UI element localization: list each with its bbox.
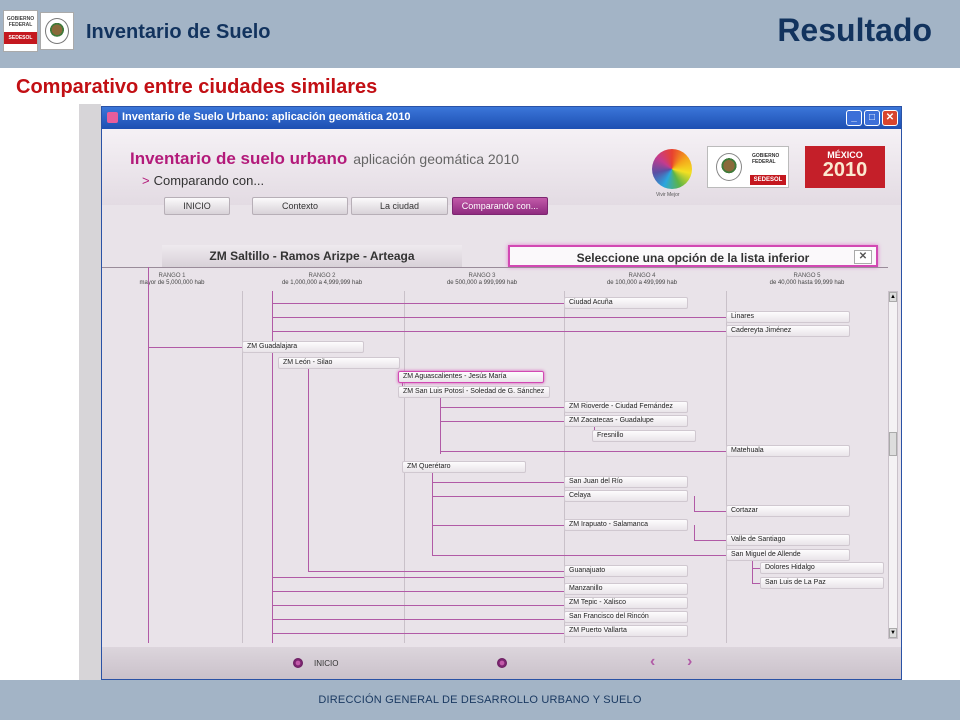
- rank-1: RANGO 1 mayor de 5,000,000 hab: [139, 273, 205, 286]
- next-arrow-icon[interactable]: ›: [687, 653, 692, 671]
- mexico-seal-icon: [40, 12, 74, 50]
- rank-2: RANGO 2 de 1,000,000 a 4,999,999 hab: [281, 273, 363, 286]
- sedesol-logo: GOBIERNO FEDERAL SEDESOL: [3, 10, 38, 52]
- city-node[interactable]: ZM San Luis Potosí - Soledad de G. Sánch…: [398, 386, 550, 398]
- city-node[interactable]: Celaya: [564, 490, 688, 502]
- city-node[interactable]: Valle de Santiago: [726, 534, 850, 546]
- scroll-up-icon: ▲: [889, 292, 897, 302]
- tree-connector: [694, 540, 726, 541]
- tree-connector: [148, 267, 149, 643]
- tree-scrollbar[interactable]: ▲ ▼: [888, 291, 898, 639]
- city-node[interactable]: Ciudad Acuña: [564, 297, 688, 309]
- city-node[interactable]: Cortazar: [726, 505, 850, 517]
- city-node[interactable]: Matehuala: [726, 445, 850, 457]
- city-node[interactable]: Guanajuato: [564, 565, 688, 577]
- tree-connector: [752, 583, 760, 584]
- prev-arrow-icon[interactable]: ‹: [650, 653, 655, 671]
- app-footer: INICIO ‹ ›: [102, 647, 901, 679]
- tree-connector: [694, 511, 726, 512]
- current-dot-icon[interactable]: [497, 658, 507, 668]
- selected-zm-title: ZM Saltillo - Ramos Arizpe - Arteaga: [162, 245, 462, 267]
- tree-connector: [432, 482, 564, 483]
- city-node[interactable]: San Juan del Río: [564, 476, 688, 488]
- city-node[interactable]: San Francisco del Rincón: [564, 611, 688, 623]
- tree-connector: [308, 571, 564, 572]
- clear-icon[interactable]: ✕: [854, 250, 872, 264]
- maximize-button[interactable]: □: [864, 110, 880, 126]
- tree-connector: [432, 467, 433, 555]
- tree-connector: [148, 347, 242, 348]
- slide-footer: DIRECCIÓN GENERAL DE DESARROLLO URBANO Y…: [0, 680, 960, 720]
- city-node[interactable]: Manzanillo: [564, 583, 688, 595]
- tab-contexto[interactable]: Contexto: [252, 197, 348, 215]
- tree-connector: [440, 421, 564, 422]
- tree-connector: [432, 555, 726, 556]
- scroll-down-icon: ▼: [889, 628, 897, 638]
- breadcrumb: > Comparando con...: [142, 173, 265, 188]
- city-node[interactable]: ZM Aguascalientes - Jesús María: [398, 371, 544, 383]
- mexico-2010-logo: MÉXICO 2010: [805, 146, 885, 188]
- slide-subtitle: Comparativo entre ciudades similares: [16, 76, 378, 98]
- city-node[interactable]: Cadereyta Jiménez: [726, 325, 850, 337]
- slide-heading: Resultado: [777, 12, 932, 48]
- tree-connector: [308, 363, 309, 571]
- tab-comparando[interactable]: Comparando con...: [452, 197, 548, 215]
- city-node[interactable]: ZM Rioverde - Ciudad Fernández: [564, 401, 688, 413]
- rank-4: RANGO 4 de 100,000 a 499,999 hab: [606, 273, 678, 286]
- tree-connector: [440, 407, 564, 408]
- city-node[interactable]: ZM Tepic - Xalisco: [564, 597, 688, 609]
- city-node[interactable]: Fresnillo: [592, 430, 696, 442]
- vivir-mejor-logo: [652, 149, 692, 189]
- tree-connector: [752, 568, 760, 569]
- tree-connector: [272, 331, 726, 332]
- mexico-seal-icon: [716, 153, 742, 181]
- app-icon: [107, 112, 118, 123]
- tree-connector: [272, 633, 564, 634]
- tree-connector: [694, 525, 695, 540]
- slide-header: GOBIERNO FEDERAL SEDESOL Inventario de S…: [0, 0, 960, 68]
- tree-connector: [272, 577, 564, 578]
- tree-connector: [432, 525, 564, 526]
- tree-connector: [272, 303, 564, 304]
- gobierno-federal-logo: GOBIERNO FEDERAL SEDESOL: [707, 146, 789, 188]
- app-window: Inventario de Suelo Urbano: aplicación g…: [101, 106, 902, 680]
- window-title: Inventario de Suelo Urbano: aplicación g…: [122, 111, 411, 123]
- city-node[interactable]: ZM Puerto Vallarta: [564, 625, 688, 637]
- city-node[interactable]: ZM Irapuato - Salamanca: [564, 519, 688, 531]
- footer-inicio-label[interactable]: INICIO: [314, 659, 338, 668]
- tab-la-ciudad[interactable]: La ciudad: [351, 197, 448, 215]
- city-node[interactable]: ZM León - Silao: [278, 357, 400, 369]
- app-title: Inventario de suelo urbano aplicación geo…: [130, 149, 520, 168]
- city-node[interactable]: Linares: [726, 311, 850, 323]
- window-titlebar[interactable]: Inventario de Suelo Urbano: aplicación g…: [102, 107, 901, 129]
- tree-connector: [272, 591, 564, 592]
- tree-connector: [440, 451, 726, 452]
- rank-3: RANGO 3 de 500,000 a 999,999 hab: [446, 273, 518, 286]
- tree-connector: [272, 619, 564, 620]
- tab-inicio[interactable]: INICIO: [164, 197, 230, 215]
- tree-connector: [272, 605, 564, 606]
- city-node[interactable]: San Luis de La Paz: [760, 577, 884, 589]
- rank-5: RANGO 5 de 40,000 hasta 99,999 hab: [769, 273, 845, 286]
- map-background: [79, 104, 101, 680]
- tree-connector: [440, 392, 441, 454]
- city-node[interactable]: ZM Guadalajara: [242, 341, 364, 353]
- tree-connector: [272, 317, 726, 318]
- app-name: Inventario de Suelo: [86, 21, 271, 43]
- city-node[interactable]: ZM Querétaro: [402, 461, 526, 473]
- app-header: Inventario de suelo urbano aplicación geo…: [102, 129, 901, 205]
- city-node[interactable]: ZM Zacatecas - Guadalupe: [564, 415, 688, 427]
- city-node[interactable]: San Miguel de Allende: [726, 549, 850, 561]
- tree-connector: [432, 496, 564, 497]
- close-window-button[interactable]: ✕: [882, 110, 898, 126]
- city-node[interactable]: Dolores Hidalgo: [760, 562, 884, 574]
- scroll-thumb: [889, 432, 897, 456]
- chevron-right-icon: >: [142, 173, 150, 188]
- vivir-mejor-label: Vivir Mejor: [656, 192, 680, 198]
- rank-axis: [102, 267, 888, 268]
- tree-connector: [694, 496, 695, 511]
- selection-prompt: Seleccione una opción de la lista inferi…: [508, 245, 878, 267]
- minimize-button[interactable]: _: [846, 110, 862, 126]
- inicio-dot-icon[interactable]: [293, 658, 303, 668]
